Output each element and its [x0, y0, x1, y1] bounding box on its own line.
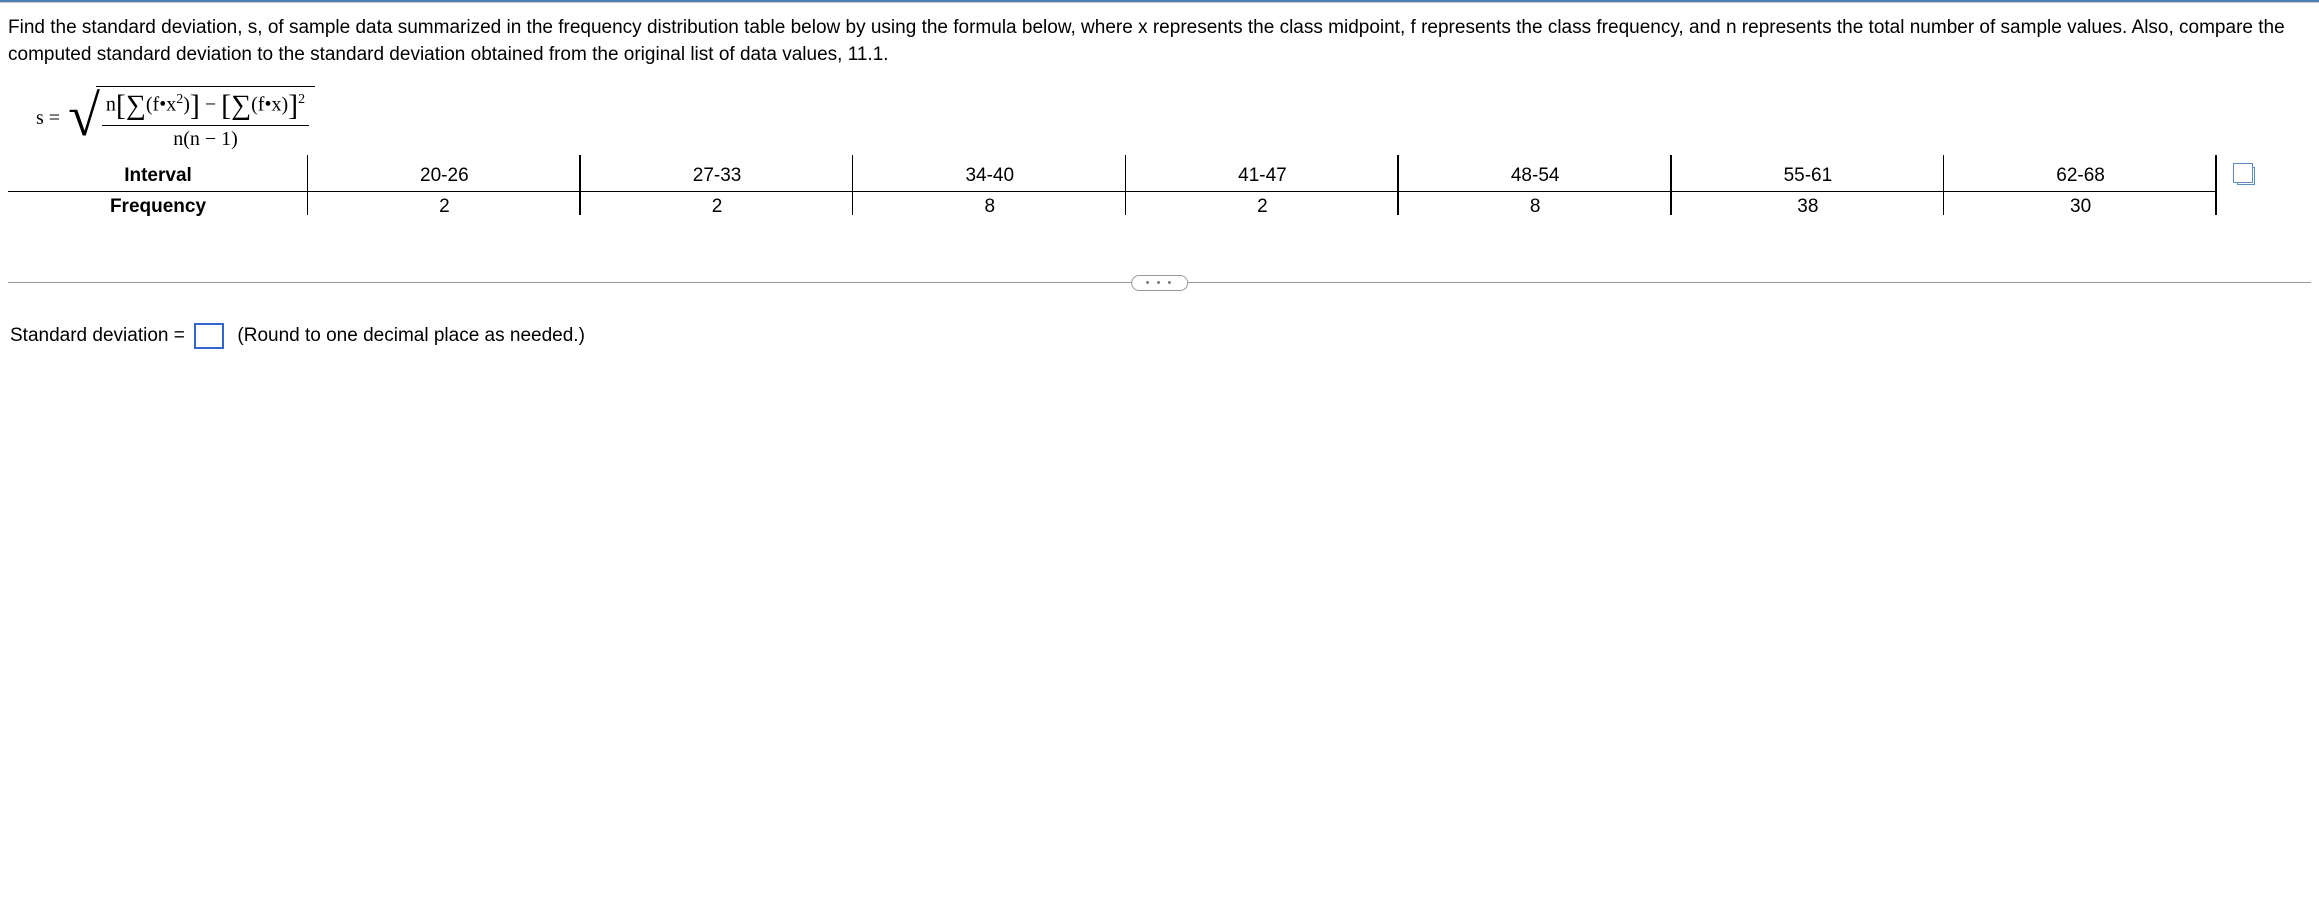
frequency-cell: 2 [308, 192, 581, 223]
frequency-cell: 38 [1672, 192, 1945, 223]
frequency-cell: 2 [1126, 192, 1399, 223]
answer-label: Standard deviation = [10, 325, 185, 346]
formula-display: s = √ n[∑(f•x2)] − [∑(f•x)]2 n(n − 1) [36, 86, 2311, 151]
interval-cell: 48-54 [1399, 161, 1672, 192]
frequency-cell: 2 [581, 192, 854, 223]
formula-numerator: n[∑(f•x2)] − [∑(f•x)]2 [102, 89, 309, 126]
table-row: Interval 20-26 27-33 34-40 41-47 48-54 5… [8, 161, 2265, 192]
table-row: Frequency 2 2 8 2 8 38 30 [8, 192, 2265, 223]
table-copy-cell [2217, 161, 2265, 192]
frequency-cell: 30 [1944, 192, 2217, 223]
copy-icon[interactable] [2237, 167, 2255, 185]
sqrt-expression: √ n[∑(f•x2)] − [∑(f•x)]2 n(n − 1) [68, 86, 315, 151]
question-panel: Find the standard deviation, s, of sampl… [0, 3, 2319, 361]
standard-deviation-input[interactable] [194, 323, 224, 349]
interval-cell: 34-40 [853, 161, 1126, 192]
expand-toggle-pill[interactable]: • • • [1131, 275, 1189, 291]
row-label-frequency: Frequency [8, 192, 308, 223]
fraction: n[∑(f•x2)] − [∑(f•x)]2 n(n − 1) [102, 89, 309, 151]
interval-cell: 27-33 [581, 161, 854, 192]
interval-cell: 62-68 [1944, 161, 2217, 192]
frequency-cell: 8 [1399, 192, 1672, 223]
row-label-interval: Interval [8, 161, 308, 192]
question-text: Find the standard deviation, s, of sampl… [8, 15, 2311, 68]
section-divider: • • • [8, 282, 2311, 283]
frequency-cell: 8 [853, 192, 1126, 223]
frequency-table: Interval 20-26 27-33 34-40 41-47 48-54 5… [8, 161, 2265, 222]
formula-denominator: n(n − 1) [102, 126, 309, 151]
rounding-hint: (Round to one decimal place as needed.) [237, 325, 585, 346]
radical-icon: √ [68, 90, 100, 155]
interval-cell: 41-47 [1126, 161, 1399, 192]
formula-lhs: s = [36, 107, 60, 130]
interval-cell: 55-61 [1672, 161, 1945, 192]
answer-row: Standard deviation = (Round to one decim… [10, 323, 2311, 349]
interval-cell: 20-26 [308, 161, 581, 192]
